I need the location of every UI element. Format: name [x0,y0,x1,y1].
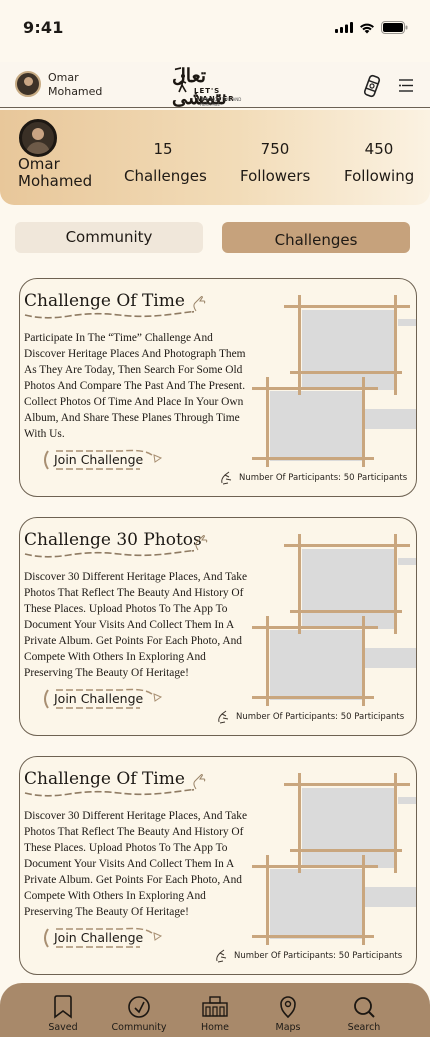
photo-frames [250,773,416,945]
photo-placeholder-tab [398,797,416,804]
participants-count: Number Of Participants: 50 Participants [220,471,407,485]
hand-wave-icon [218,710,229,724]
participants-count: Number Of Participants: 50 Participants [217,710,404,724]
photo-placeholder-tab [398,319,416,326]
bookmark-icon [54,995,72,1019]
challenge-title: Challenge 30 Photos [24,530,202,550]
status-bar: 9:41 [0,0,430,58]
photo-placeholder [270,391,364,461]
photo-frames [250,295,416,467]
compass-icon [128,996,150,1018]
hand-wave-icon [221,471,232,485]
photo-frames [250,534,416,706]
stat-followers[interactable]: 750 Followers [240,140,310,185]
app-logo: تعالَ نتمشى LET'S WANDER THROUGH TIME AN… [172,65,262,109]
nav-item-maps[interactable]: Maps [265,995,311,1033]
profile-summary: Omar Mohamed 15 Challenges 750 Followers… [0,110,430,205]
photo-placeholder-tab [364,887,416,907]
nav-item-search[interactable]: Search [341,995,387,1033]
photo-placeholder [302,788,396,868]
stat-following[interactable]: 450 Following [344,140,414,185]
photo-placeholder-tab [364,409,416,429]
search-icon [354,997,375,1018]
walker-icon [177,74,187,93]
join-challenge-button[interactable]: Join Challenge [42,449,167,471]
photo-placeholder [270,630,364,700]
menu-icon[interactable] [399,79,414,92]
logo-tagline: THROUGH TIME AND HERITAGE [200,97,242,107]
home-icon [202,996,228,1017]
nav-item-saved[interactable]: Saved [40,995,86,1033]
challenge-description: Participate In The “Time” Challenge And … [24,332,246,440]
hand-wave-icon [216,949,227,963]
wifi-icon [360,23,374,33]
header-avatar[interactable] [15,71,41,97]
challenge-card[interactable]: Challenge Of Time Participate In The “Ti… [19,278,417,497]
status-icons [335,21,408,34]
header-username[interactable]: Omar Mohamed [48,71,102,99]
nav-item-home[interactable]: Home [192,995,238,1033]
app-header: Omar Mohamed تعالَ نتمشى LET'S WANDER TH… [0,62,430,109]
challenge-card[interactable]: Challenge Of Time Discover 30 Different … [19,756,417,975]
battery-icon [381,21,408,34]
challenge-title: Challenge Of Time [24,769,185,789]
title-underline [24,788,194,797]
bottom-nav: Saved Community Home Maps Search [0,983,430,1037]
status-time: 9:41 [23,18,64,37]
photo-placeholder [270,869,364,939]
pointing-hand-icon [193,774,206,790]
photo-placeholder-tab [398,558,416,565]
camera-icon[interactable] [362,74,382,98]
title-underline [24,549,194,558]
pointing-hand-icon [193,296,206,312]
tab-community[interactable]: Community [15,222,203,253]
join-challenge-button[interactable]: Join Challenge [42,688,167,710]
challenge-card[interactable]: Challenge 30 Photos Discover 30 Differen… [19,517,417,736]
signal-icon [335,22,353,33]
profile-name: Omar Mohamed [18,155,93,190]
profile-avatar[interactable] [19,119,57,157]
photo-placeholder-tab [364,648,416,668]
participants-count: Number Of Participants: 50 Participants [215,949,402,963]
photo-placeholder [302,549,396,629]
stat-challenges[interactable]: 15 Challenges [124,140,207,185]
pointing-hand-icon [195,535,208,551]
challenge-title: Challenge Of Time [24,291,185,311]
title-underline [24,310,194,319]
photo-placeholder [302,310,396,390]
tab-challenges[interactable]: Challenges [222,222,410,253]
map-pin-icon [280,996,296,1019]
nav-item-community[interactable]: Community [107,995,171,1033]
join-challenge-button[interactable]: Join Challenge [42,927,167,949]
challenge-description: Discover 30 Different Heritage Places, A… [24,810,248,918]
challenge-description: Discover 30 Different Heritage Places, A… [24,571,248,679]
